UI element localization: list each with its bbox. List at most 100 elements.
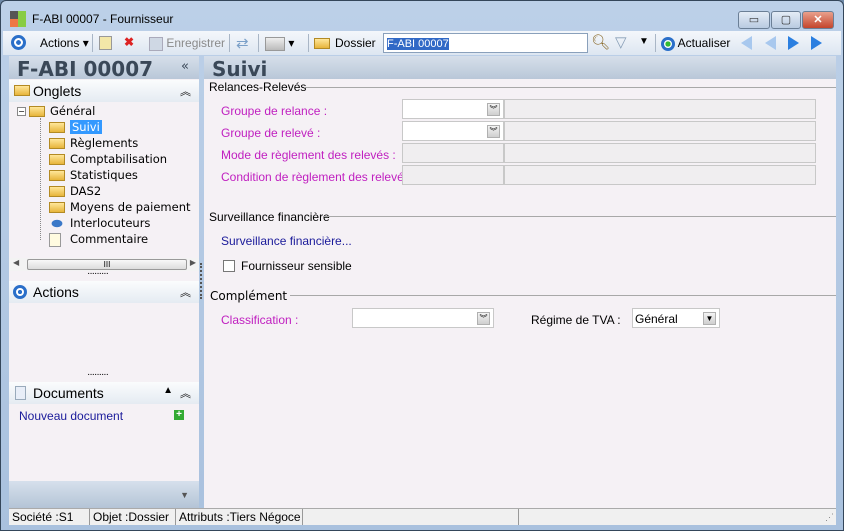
double-chevron-down-icon[interactable]: ︾ (487, 125, 500, 138)
left-panel: F-ABI 00007 « Onglets ︽ − Général Suivi Rè… (9, 56, 199, 508)
refresh-label: Actualiser (677, 36, 731, 50)
folder-icon (14, 85, 30, 96)
print-button[interactable]: ▾ (265, 36, 294, 51)
tree-label: Comptabilisation (70, 152, 168, 166)
folder-button[interactable]: Dossier (314, 36, 376, 50)
search-value: F-ABI 00007 (387, 38, 449, 50)
documents-label: Documents (33, 385, 104, 401)
double-chevron-down-icon[interactable]: ︾ (487, 103, 500, 116)
divider (290, 295, 836, 296)
onglets-section-header[interactable]: Onglets ︽ (9, 80, 199, 102)
classification-select[interactable]: ︾ (352, 308, 494, 328)
tree-label: Règlements (70, 136, 139, 150)
page-header: Suivi (204, 56, 836, 81)
last-record-icon[interactable] (811, 36, 822, 50)
tva-select[interactable]: Général ▼ (632, 308, 720, 328)
tree-label: DAS2 (70, 184, 102, 198)
folder-icon (49, 202, 65, 213)
sync-icon[interactable]: ⇄ (236, 34, 249, 52)
folder-icon (314, 38, 330, 50)
main-panel: Suivi Relances-Relevés Groupe de relance… (204, 56, 836, 508)
scroll-left-arrow[interactable]: ◀ (13, 258, 19, 267)
actions-section-header[interactable]: Actions ︽ (9, 281, 199, 303)
folder-icon (49, 138, 65, 149)
actions-section-label: Actions (33, 284, 79, 300)
mode-reglement-description (504, 143, 816, 163)
document-icon (49, 232, 61, 247)
tree-item-moyens-de-paiement[interactable]: Moyens de paiement (49, 200, 191, 216)
actions-menu[interactable]: Actions ▾ (40, 36, 89, 50)
divider (304, 87, 836, 88)
mode-reglement-label: Mode de règlement des relevés : (221, 148, 396, 162)
previous-record-icon[interactable] (765, 36, 776, 50)
tree-item-comptabilisation[interactable]: Comptabilisation (49, 152, 167, 168)
mode-reglement-field (402, 143, 504, 163)
collapse-icon[interactable]: ︽ (180, 83, 191, 99)
tree-label: Suivi (70, 120, 102, 134)
collapse-icon[interactable]: ︽ (180, 385, 191, 401)
record-title: F-ABI 00007 (17, 57, 154, 81)
refresh-icon (661, 36, 675, 51)
tree-item-suivi[interactable]: Suivi (49, 120, 102, 136)
tree-label: Statistiques (70, 168, 138, 182)
tree-item-commentaire[interactable]: Commentaire (49, 232, 148, 248)
tree-item-general[interactable]: Général (29, 104, 95, 120)
tree-item-das2[interactable]: DAS2 (49, 184, 101, 200)
title-bar: F-ABI 00007 - Fournisseur ▭ ▢ ✕ (1, 1, 843, 31)
filter-icon[interactable]: ▽ (615, 33, 627, 51)
target-icon[interactable] (11, 35, 26, 50)
splitter-grip[interactable]: ········· (87, 268, 109, 279)
new-icon[interactable] (99, 36, 112, 50)
resize-grip-icon[interactable]: ⋰ (825, 512, 834, 523)
chevron-down-icon[interactable]: ▼ (703, 312, 716, 325)
separator (308, 34, 309, 52)
collapse-panel-button[interactable]: « (181, 59, 189, 74)
toolbar: Actions ▾ ✖ Enregistrer ⇄ ▾ Dossier F-AB… (3, 31, 841, 55)
separator (655, 34, 656, 52)
minimize-button[interactable]: ▭ (738, 11, 770, 29)
double-chevron-down-icon[interactable]: ︾ (477, 312, 490, 325)
fournisseur-sensible-label: Fournisseur sensible (241, 259, 352, 273)
close-button[interactable]: ✕ (802, 11, 834, 29)
tree-label: Moyens de paiement (70, 200, 191, 214)
search-icon[interactable]: 🔍︎ (591, 33, 610, 51)
maximize-button[interactable]: ▢ (771, 11, 801, 29)
new-document-link[interactable]: Nouveau document (19, 409, 123, 423)
collapse-up-icon[interactable]: ▲ (163, 385, 173, 396)
vertical-splitter[interactable] (200, 263, 202, 299)
window-title: F-ABI 00007 - Fournisseur (32, 12, 174, 26)
tree-item-statistiques[interactable]: Statistiques (49, 168, 138, 184)
separator (258, 34, 259, 52)
window: F-ABI 00007 - Fournisseur ▭ ▢ ✕ Actions … (0, 0, 844, 531)
panel-footer: ▼ (9, 481, 199, 508)
groupe-releve-select[interactable]: ︾ (402, 121, 504, 141)
refresh-button[interactable]: Actualiser (661, 36, 730, 51)
collapse-icon[interactable]: ︽ (180, 284, 191, 300)
surveillance-link[interactable]: Surveillance financière... (221, 234, 352, 248)
separator (229, 34, 230, 52)
tree-collapse-toggle[interactable]: − (17, 107, 26, 116)
folder-label: Dossier (335, 36, 376, 50)
actions-label: Actions (40, 36, 80, 50)
folder-icon (49, 154, 65, 165)
delete-icon[interactable]: ✖ (124, 35, 134, 49)
save-icon (149, 36, 163, 51)
next-record-icon[interactable] (788, 36, 799, 50)
tree-item-reglements[interactable]: Règlements (49, 136, 138, 152)
scroll-right-arrow[interactable]: ▶ (190, 258, 196, 267)
print-icon (265, 36, 285, 51)
documents-section-header[interactable]: Documents ▲ ︽ (9, 382, 199, 404)
tree-item-interlocuteurs[interactable]: Interlocuteurs (49, 216, 150, 232)
fournisseur-sensible-checkbox[interactable] (223, 260, 235, 272)
add-icon[interactable]: + (174, 410, 184, 420)
groupe-relance-select[interactable]: ︾ (402, 99, 504, 119)
splitter-grip[interactable]: ········· (87, 369, 109, 380)
filter-dropdown[interactable]: ▼ (639, 36, 649, 47)
first-record-icon[interactable] (741, 36, 752, 50)
chevron-down-icon[interactable]: ▼ (180, 490, 189, 500)
condition-reglement-field (402, 165, 504, 185)
search-input[interactable]: F-ABI 00007 (383, 33, 588, 53)
condition-reglement-description (504, 165, 816, 185)
save-button[interactable]: Enregistrer (149, 36, 225, 51)
tva-value: Général (635, 312, 678, 326)
